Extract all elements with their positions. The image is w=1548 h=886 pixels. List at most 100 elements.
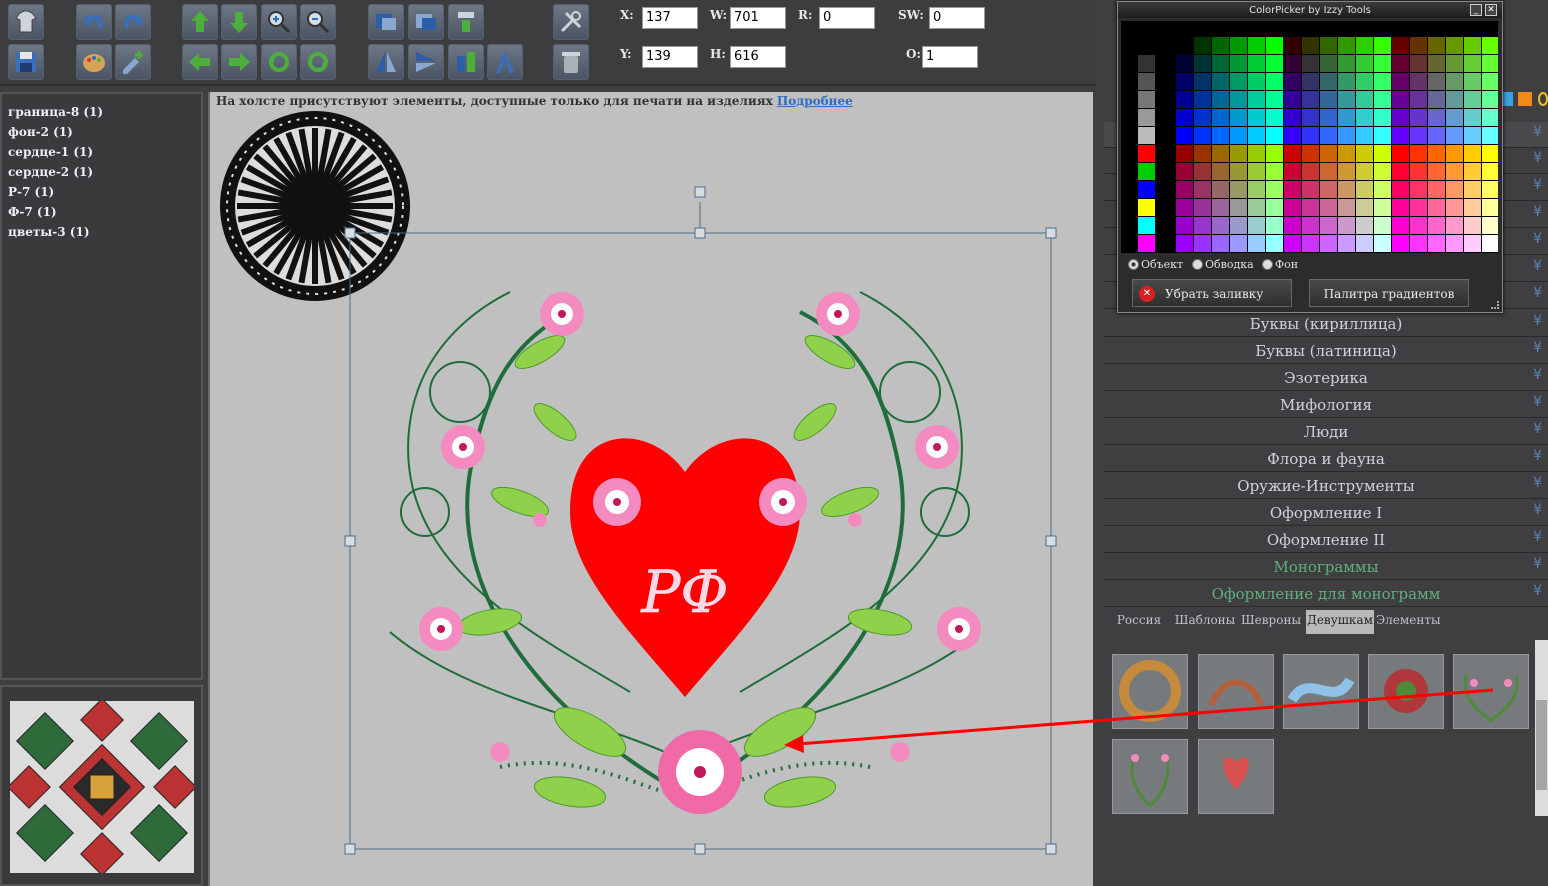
color-swatch[interactable] bbox=[1138, 55, 1155, 72]
color-swatch-grid[interactable] bbox=[1121, 21, 1498, 253]
color-swatch[interactable] bbox=[1428, 127, 1445, 144]
category-people[interactable]: Люди ¥ bbox=[1104, 419, 1548, 445]
color-swatch[interactable] bbox=[1230, 37, 1247, 54]
color-swatch[interactable] bbox=[1464, 55, 1481, 72]
category-mythology[interactable]: Мифология ¥ bbox=[1104, 392, 1548, 418]
color-swatch[interactable] bbox=[1374, 55, 1391, 72]
remove-fill-button[interactable]: ✕ Убрать заливку bbox=[1132, 279, 1292, 307]
rotate-right-icon[interactable] bbox=[300, 44, 336, 80]
color-swatch[interactable] bbox=[1356, 127, 1373, 144]
color-swatch[interactable] bbox=[1176, 37, 1193, 54]
color-swatch[interactable] bbox=[1284, 235, 1301, 252]
color-swatch[interactable] bbox=[1410, 109, 1427, 126]
color-swatch[interactable] bbox=[1194, 37, 1211, 54]
color-swatch[interactable] bbox=[1356, 163, 1373, 180]
color-swatch[interactable] bbox=[1446, 235, 1463, 252]
color-swatch[interactable] bbox=[1266, 127, 1283, 144]
color-swatch[interactable] bbox=[1266, 37, 1283, 54]
x-field[interactable]: 137 bbox=[642, 7, 698, 29]
add-element-icon[interactable] bbox=[115, 44, 151, 80]
color-swatch[interactable] bbox=[1212, 91, 1229, 108]
color-swatch[interactable] bbox=[1176, 55, 1193, 72]
color-swatch[interactable] bbox=[1338, 181, 1355, 198]
rotate-left-icon[interactable] bbox=[261, 44, 297, 80]
color-swatch[interactable] bbox=[1212, 145, 1229, 162]
color-swatch[interactable] bbox=[1392, 217, 1409, 234]
odnoklassniki-icon[interactable] bbox=[1518, 92, 1532, 106]
library-item[interactable] bbox=[1453, 654, 1529, 729]
color-swatch[interactable] bbox=[1212, 127, 1229, 144]
send-back-icon[interactable] bbox=[408, 4, 444, 40]
move-down-icon[interactable] bbox=[221, 4, 257, 40]
color-swatch[interactable] bbox=[1338, 127, 1355, 144]
monogram-text[interactable]: РФ bbox=[640, 558, 729, 627]
category-cyrillic[interactable]: Буквы (кириллица) ¥ bbox=[1104, 311, 1548, 337]
color-swatch[interactable] bbox=[1302, 181, 1319, 198]
color-swatch[interactable] bbox=[1194, 145, 1211, 162]
color-swatch[interactable] bbox=[1428, 217, 1445, 234]
color-swatch[interactable] bbox=[1138, 217, 1155, 234]
layer-item[interactable]: фон-2 (1) bbox=[8, 122, 195, 142]
tshirt-icon[interactable] bbox=[8, 4, 44, 40]
layer-item[interactable]: цветы-3 (1) bbox=[8, 222, 195, 242]
color-swatch[interactable] bbox=[1302, 145, 1319, 162]
color-swatch[interactable] bbox=[1392, 163, 1409, 180]
color-swatch[interactable] bbox=[1410, 235, 1427, 252]
layer-item[interactable]: сердце-1 (1) bbox=[8, 142, 195, 162]
color-swatch[interactable] bbox=[1392, 37, 1409, 54]
color-swatch[interactable] bbox=[1482, 199, 1498, 216]
color-swatch[interactable] bbox=[1176, 145, 1193, 162]
color-swatch[interactable] bbox=[1482, 181, 1498, 198]
color-swatch[interactable] bbox=[1410, 55, 1427, 72]
color-swatch[interactable] bbox=[1392, 145, 1409, 162]
color-swatch[interactable] bbox=[1284, 163, 1301, 180]
color-swatch[interactable] bbox=[1302, 91, 1319, 108]
tab-for-girls[interactable]: Девушкам bbox=[1306, 610, 1374, 634]
preview-thumbnail[interactable] bbox=[10, 701, 194, 873]
color-swatch[interactable] bbox=[1266, 145, 1283, 162]
layer-item[interactable]: граница-8 (1) bbox=[8, 102, 195, 122]
color-swatch[interactable] bbox=[1446, 181, 1463, 198]
gradient-palette-button[interactable]: Палитра градиентов bbox=[1309, 279, 1469, 307]
text-icon[interactable] bbox=[487, 44, 523, 80]
color-swatch[interactable] bbox=[1266, 181, 1283, 198]
color-swatch[interactable] bbox=[1230, 235, 1247, 252]
color-swatch[interactable] bbox=[1176, 127, 1193, 144]
color-swatch[interactable] bbox=[1212, 181, 1229, 198]
zoom-in-icon[interactable] bbox=[261, 4, 297, 40]
color-swatch[interactable] bbox=[1230, 217, 1247, 234]
color-swatch[interactable] bbox=[1302, 37, 1319, 54]
color-swatch[interactable] bbox=[1248, 127, 1265, 144]
color-swatch[interactable] bbox=[1230, 73, 1247, 90]
color-swatch[interactable] bbox=[1338, 55, 1355, 72]
color-swatch[interactable] bbox=[1284, 37, 1301, 54]
color-swatch[interactable] bbox=[1356, 145, 1373, 162]
color-swatch[interactable] bbox=[1482, 217, 1498, 234]
color-swatch[interactable] bbox=[1482, 109, 1498, 126]
color-swatch[interactable] bbox=[1230, 55, 1247, 72]
color-swatch[interactable] bbox=[1446, 199, 1463, 216]
minimize-icon[interactable]: _ bbox=[1470, 4, 1482, 16]
color-swatch[interactable] bbox=[1284, 73, 1301, 90]
color-swatch[interactable] bbox=[1392, 109, 1409, 126]
trash-icon[interactable] bbox=[553, 44, 589, 80]
color-swatch[interactable] bbox=[1374, 73, 1391, 90]
library-item[interactable] bbox=[1198, 654, 1274, 729]
color-swatch[interactable] bbox=[1446, 73, 1463, 90]
distribute-icon[interactable] bbox=[448, 44, 484, 80]
color-swatch[interactable] bbox=[1284, 91, 1301, 108]
color-swatch[interactable] bbox=[1428, 235, 1445, 252]
color-swatch[interactable] bbox=[1374, 91, 1391, 108]
color-swatch[interactable] bbox=[1356, 199, 1373, 216]
undo-icon[interactable] bbox=[76, 4, 112, 40]
color-swatch[interactable] bbox=[1482, 73, 1498, 90]
color-swatch[interactable] bbox=[1248, 109, 1265, 126]
stroke-width-field[interactable]: 0 bbox=[929, 7, 985, 29]
color-swatch[interactable] bbox=[1482, 163, 1498, 180]
radio-stroke[interactable]: Обводка bbox=[1192, 258, 1254, 271]
color-swatch[interactable] bbox=[1464, 163, 1481, 180]
color-swatch[interactable] bbox=[1446, 127, 1463, 144]
color-swatch[interactable] bbox=[1266, 55, 1283, 72]
color-swatch[interactable] bbox=[1284, 109, 1301, 126]
color-swatch[interactable] bbox=[1482, 37, 1498, 54]
